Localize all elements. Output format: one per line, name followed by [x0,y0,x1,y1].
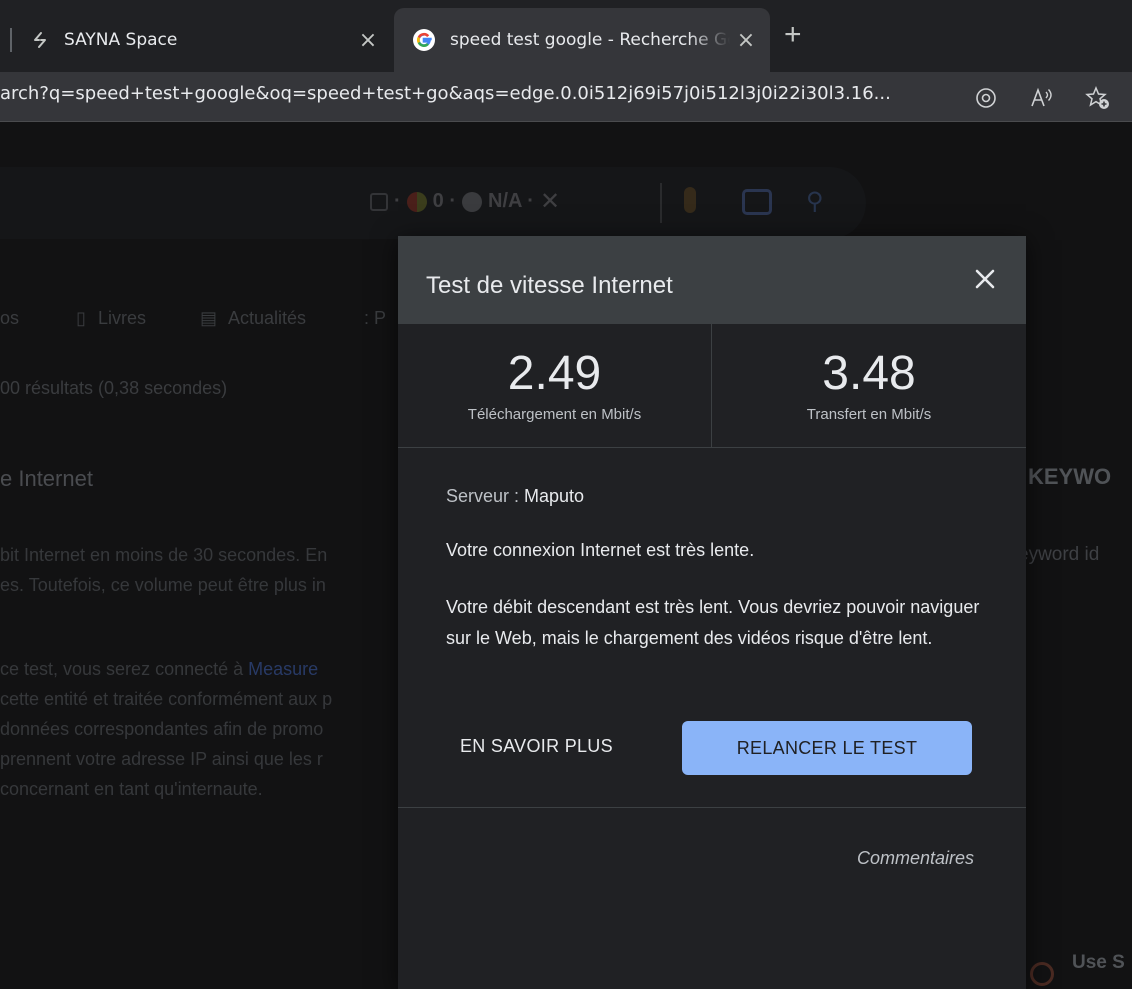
camera-icon[interactable] [742,189,772,215]
close-icon[interactable] [968,262,1002,296]
add-favorite-icon[interactable] [1084,84,1112,112]
download-label: Téléchargement en Mbit/s [467,406,642,423]
speed-test-dialog: Test de vitesse Internet 2.49 Télécharge… [398,236,1026,989]
connection-detail: Votre débit descendant est très lent. Vo… [446,597,980,648]
server-name: Maputo [524,486,585,506]
search-box[interactable]: · 0 · N/A · ✕ ⚲ [0,167,866,239]
result-paragraph-2: ce test, vous serez connecté à Measure c… [0,659,333,799]
book-icon: ▯ [76,308,86,328]
browser-tab-bar: SAYNA Space × speed test google - Recher… [0,0,1132,72]
nav-tab-actualites[interactable]: Actualités [228,308,306,329]
nav-tab-livres[interactable]: Livres [98,308,146,329]
download-value: 2.49 [507,347,602,400]
search-box-divider [660,183,662,223]
address-bar: arch?q=speed+test+google&oq=speed+test+g… [0,72,1132,122]
rank-icon [406,191,427,212]
dollar-icon [462,191,483,212]
mic-icon[interactable] [684,187,696,213]
clear-icon[interactable]: ✕ [540,187,560,216]
tab-close-icon[interactable]: × [730,28,762,53]
upload-value: 3.48 [822,347,916,400]
retest-button[interactable]: RELANCER LE TEST [682,721,972,775]
learn-more-button[interactable]: EN SAVOIR PLUS [460,736,613,757]
news-icon: ▤ [200,308,218,328]
tab-separator [10,28,12,52]
sidebar-text: eyword id [1018,544,1100,565]
url-input[interactable]: arch?q=speed+test+google&oq=speed+test+g… [0,83,960,104]
download-metric: 2.49 Téléchargement en Mbit/s [398,324,712,448]
tab-sayna-space[interactable]: SAYNA Space × [0,8,392,72]
upload-metric: 3.48 Transfert en Mbit/s [712,324,1026,448]
tab-speed-test[interactable]: speed test google - Recherche Google × [394,8,770,72]
read-aloud-icon[interactable] [1028,84,1056,112]
feedback-link[interactable]: Commentaires [857,848,974,869]
tab-title: speed test google - Recherche Google [450,30,730,50]
tab-close-icon[interactable]: × [352,28,384,53]
sidebar-logo-icon [1030,962,1054,986]
dialog-header: Test de vitesse Internet [398,236,1026,324]
search-icon[interactable]: ⚲ [806,187,824,216]
dialog-divider [398,807,1026,808]
nav-tab-more[interactable]: : P [364,308,386,329]
upload-label: Transfert en Mbit/s [806,406,932,423]
tab-title: SAYNA Space [64,30,178,50]
sayna-favicon-icon [34,32,46,48]
measurement-lab-link[interactable]: Measure [248,659,318,679]
result-title[interactable]: e Internet [0,466,93,492]
server-info: Serveur : Maputo [446,486,585,506]
seo-extension-bar: · 0 · N/A · ✕ [370,187,560,216]
google-favicon-icon [413,29,435,51]
result-paragraph-1: bit Internet en moins de 30 secondes. En… [0,545,328,595]
sidebar-heading: KEYWO [1028,464,1112,489]
new-tab-button[interactable]: + [784,18,802,52]
nav-tab-videos[interactable]: os [0,308,19,329]
checkbox-icon [370,192,388,211]
location-icon[interactable] [972,84,1000,112]
results-count: 00 résultats (0,38 secondes) [0,378,228,398]
speed-metrics: 2.49 Téléchargement en Mbit/s 3.48 Trans… [398,324,1026,448]
dialog-title: Test de vitesse Internet [426,272,673,299]
sidebar-bottom-text: Use S [1072,952,1125,973]
connection-status: Votre connexion Internet est très lente. [446,540,755,560]
